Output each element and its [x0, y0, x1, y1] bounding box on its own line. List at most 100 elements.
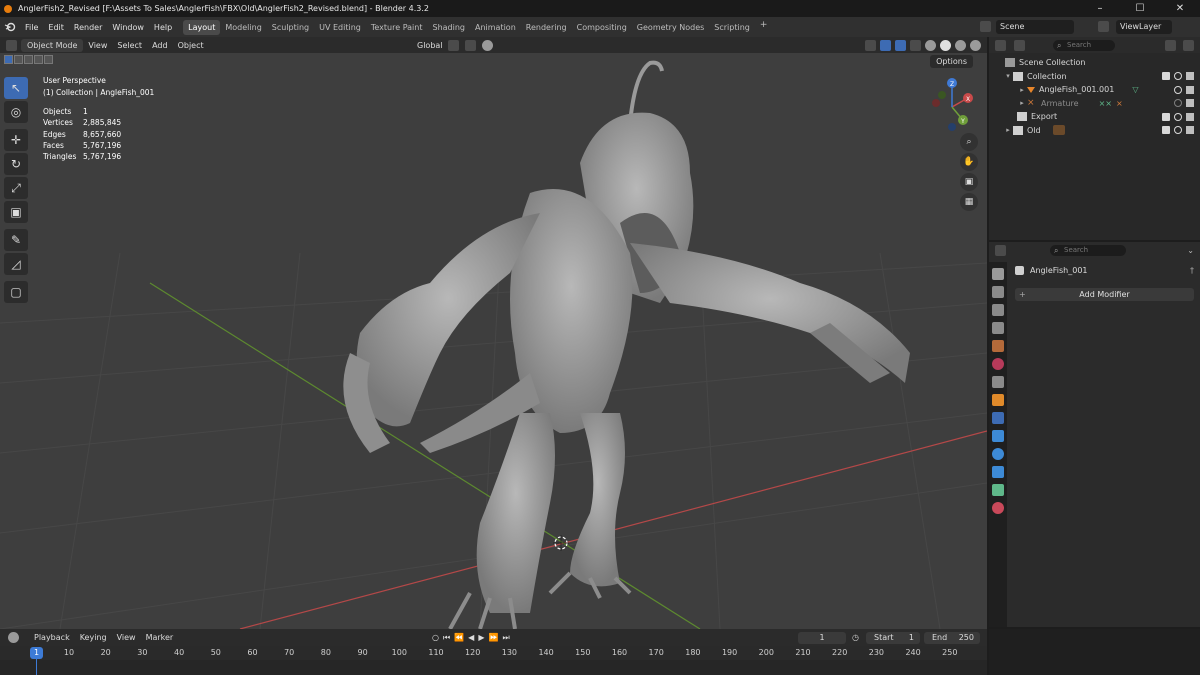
- tab-layout[interactable]: Layout: [183, 19, 221, 35]
- pin-icon[interactable]: †: [1190, 266, 1194, 275]
- rendered-shading-icon[interactable]: [970, 39, 981, 51]
- pivot-icon[interactable]: [447, 39, 459, 51]
- properties-search-input[interactable]: Search: [1050, 244, 1126, 256]
- render-tab-icon[interactable]: [992, 286, 1004, 298]
- playhead[interactable]: 1: [30, 647, 43, 659]
- outliner-item-collection[interactable]: ▾ Collection: [989, 70, 1200, 84]
- next-keyframe-icon[interactable]: ⏩: [488, 633, 498, 642]
- tab-texture-paint[interactable]: Texture Paint: [366, 20, 428, 35]
- timeline-editor-icon[interactable]: [8, 632, 19, 643]
- frame-ruler[interactable]: 10 20 30 40 50 60 70 80 90 100 110 120 130 140 150 160 1…: [0, 646, 987, 660]
- menu-keying[interactable]: Keying: [75, 633, 112, 642]
- pan-hand-icon[interactable]: ✋: [960, 153, 978, 171]
- viewport-menu-object[interactable]: Object: [173, 41, 209, 50]
- jump-start-icon[interactable]: ⏮: [443, 633, 450, 643]
- camera-icon[interactable]: ▣: [960, 173, 978, 191]
- visibility-icon[interactable]: [865, 39, 876, 51]
- display-mode-icon[interactable]: [1014, 39, 1025, 51]
- measure-tool-icon[interactable]: ◿: [4, 253, 28, 275]
- annotate-tool-icon[interactable]: ✎: [4, 229, 28, 251]
- viewport-menu-view[interactable]: View: [83, 41, 112, 50]
- maximize-button[interactable]: ☐: [1120, 0, 1160, 17]
- orientation-select[interactable]: Global: [412, 41, 448, 50]
- new-collection-icon[interactable]: [1183, 39, 1194, 51]
- tab-geometry-nodes[interactable]: Geometry Nodes: [632, 20, 709, 35]
- play-reverse-icon[interactable]: ◀: [468, 633, 474, 642]
- camera-icon[interactable]: [1186, 126, 1194, 135]
- proportional-edit-icon[interactable]: [481, 39, 493, 51]
- material-shading-icon[interactable]: [955, 39, 966, 51]
- checkbox-icon[interactable]: [1162, 126, 1170, 135]
- jump-end-icon[interactable]: ⏭: [502, 633, 509, 643]
- blender-menu-icon[interactable]: [0, 22, 20, 32]
- menu-help[interactable]: Help: [149, 23, 177, 32]
- outliner-item-export[interactable]: Export: [989, 110, 1200, 124]
- perspective-grid-icon[interactable]: ▦: [960, 193, 978, 211]
- select-intersect-icon[interactable]: [44, 55, 53, 64]
- scene-field[interactable]: Scene: [996, 19, 1074, 34]
- timeline-area[interactable]: 10 20 30 40 50 60 70 80 90 100 110 120 130 140 150 160 1…: [0, 646, 987, 675]
- add-workspace-button[interactable]: +: [755, 20, 773, 35]
- menu-timeline-view[interactable]: View: [112, 633, 141, 642]
- wireframe-shading-icon[interactable]: [925, 39, 936, 51]
- zoom-icon[interactable]: ⌕: [960, 133, 978, 151]
- chevron-down-icon[interactable]: ▾: [1003, 72, 1013, 80]
- tab-modeling[interactable]: Modeling: [220, 20, 266, 35]
- collection-tab-icon[interactable]: [992, 376, 1004, 388]
- tool-tab-icon[interactable]: [992, 268, 1004, 280]
- add-cube-tool-icon[interactable]: ▢: [4, 281, 28, 303]
- tab-sculpting[interactable]: Sculpting: [267, 20, 314, 35]
- tab-uv-editing[interactable]: UV Editing: [314, 20, 366, 35]
- eye-hidden-icon[interactable]: [1174, 99, 1182, 108]
- object-mode-select[interactable]: Object Mode: [21, 38, 84, 52]
- prev-keyframe-icon[interactable]: ⏪: [454, 633, 464, 642]
- scene-tab-icon[interactable]: [992, 340, 1004, 352]
- start-frame-field[interactable]: Start 1: [866, 631, 920, 644]
- record-icon[interactable]: ○: [432, 633, 439, 642]
- add-modifier-button[interactable]: + Add Modifier: [1015, 288, 1194, 301]
- gizmo-toggle-icon[interactable]: [880, 39, 891, 51]
- camera-icon[interactable]: [1186, 112, 1194, 121]
- modifier-tab-icon[interactable]: [992, 412, 1004, 424]
- outliner-item-old[interactable]: ▸ Old: [989, 124, 1200, 138]
- editor-type-icon[interactable]: [6, 39, 17, 51]
- menu-window[interactable]: Window: [107, 23, 149, 32]
- menu-playback[interactable]: Playback: [29, 633, 75, 642]
- select-new-icon[interactable]: [4, 55, 13, 64]
- solid-shading-icon[interactable]: [940, 39, 951, 51]
- view-layer-tab-icon[interactable]: [992, 322, 1004, 334]
- select-invert-icon[interactable]: [34, 55, 43, 64]
- select-box-tool-icon[interactable]: ↖: [4, 77, 28, 99]
- checkbox-icon[interactable]: [1162, 72, 1170, 81]
- output-tab-icon[interactable]: [992, 304, 1004, 316]
- camera-icon[interactable]: [1186, 99, 1194, 108]
- end-frame-field[interactable]: End 250: [924, 631, 980, 644]
- filter-icon[interactable]: [1165, 39, 1176, 51]
- eye-icon[interactable]: [1174, 112, 1182, 121]
- navigation-gizmo[interactable]: Z X Y: [922, 77, 982, 137]
- eye-icon[interactable]: [1174, 85, 1182, 94]
- snap-icon[interactable]: [464, 39, 476, 51]
- menu-render[interactable]: Render: [69, 23, 107, 32]
- options-button[interactable]: Options: [930, 55, 973, 68]
- outliner-item-armature[interactable]: ▸ ⨯ Armature ⨯⨯ ⨯: [989, 97, 1200, 111]
- particles-tab-icon[interactable]: [992, 430, 1004, 442]
- material-tab-icon[interactable]: [992, 502, 1004, 514]
- move-tool-icon[interactable]: ✛: [4, 129, 28, 151]
- menu-edit[interactable]: Edit: [43, 23, 69, 32]
- outliner-item-anglefish[interactable]: ▸ AngleFish_001.001 ▽: [989, 83, 1200, 97]
- tab-scripting[interactable]: Scripting: [709, 20, 755, 35]
- cursor-tool-icon[interactable]: ◎: [4, 101, 28, 123]
- menu-file[interactable]: File: [20, 23, 43, 32]
- chevron-down-icon[interactable]: ⌄: [1187, 246, 1194, 255]
- tab-shading[interactable]: Shading: [427, 20, 470, 35]
- play-icon[interactable]: ▶: [478, 633, 484, 642]
- tab-rendering[interactable]: Rendering: [521, 20, 572, 35]
- minimize-button[interactable]: –: [1080, 0, 1120, 17]
- camera-icon[interactable]: [1186, 85, 1194, 94]
- clock-icon[interactable]: ◷: [852, 633, 859, 642]
- outliner-item-scene-collection[interactable]: Scene Collection: [989, 56, 1200, 70]
- tab-compositing[interactable]: Compositing: [572, 20, 632, 35]
- menu-marker[interactable]: Marker: [141, 633, 179, 642]
- viewport-menu-add[interactable]: Add: [147, 41, 173, 50]
